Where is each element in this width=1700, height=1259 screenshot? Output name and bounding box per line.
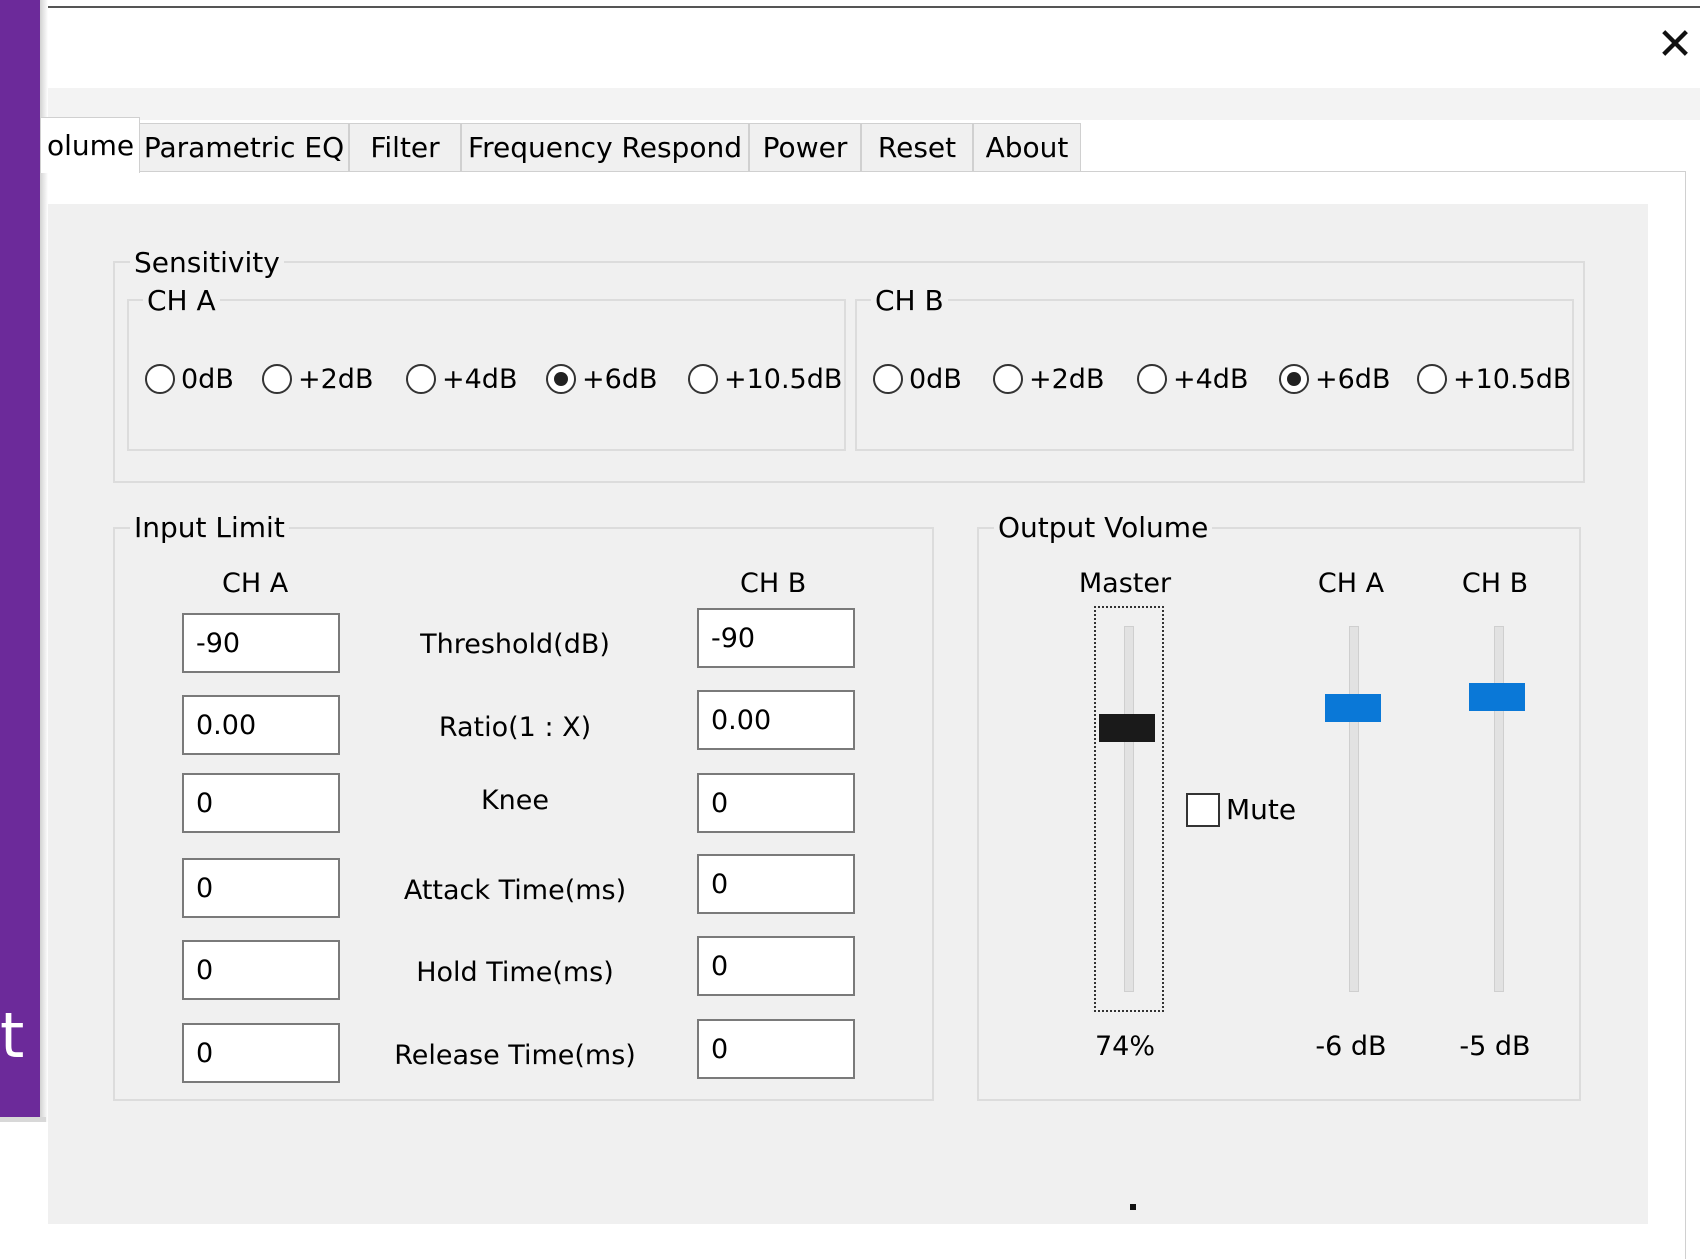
threshold-ch-b-input[interactable] (697, 608, 855, 668)
hold-time-ch-b-input[interactable] (697, 936, 855, 996)
ch-a-volume-label: CH A (1317, 568, 1385, 599)
master-slider-track[interactable] (1124, 626, 1134, 992)
radio-ch-a-2db[interactable]: +2dB (262, 359, 373, 399)
master-label: Master (1078, 568, 1172, 599)
background-window-text: t (0, 999, 25, 1072)
tab-about[interactable]: About (973, 123, 1081, 171)
sensitivity-title: Sensitivity (130, 247, 284, 279)
ch-b-volume-value: -5 dB (1459, 1031, 1531, 1062)
stray-dot (1130, 1204, 1136, 1210)
ratio-ch-a-input[interactable] (182, 695, 340, 755)
radio-circle (406, 364, 436, 394)
radio-label: +10.5dB (1453, 363, 1572, 395)
radio-label: 0dB (909, 363, 962, 395)
ch-a-volume-slider-thumb[interactable] (1325, 694, 1381, 722)
radio-label: +4dB (442, 363, 518, 395)
window-top-border (48, 6, 1700, 8)
tab-reset[interactable]: Reset (861, 123, 973, 171)
tab-filter[interactable]: Filter (349, 123, 461, 171)
ch-b-volume-slider-track[interactable] (1494, 626, 1504, 992)
knee-label: Knee (480, 785, 550, 816)
radio-ch-b-2db[interactable]: +2dB (993, 359, 1104, 399)
knee-ch-b-input[interactable] (697, 773, 855, 833)
radio-label: +10.5dB (724, 363, 843, 395)
radio-label: +4dB (1173, 363, 1249, 395)
hold-time-ch-a-input[interactable] (182, 940, 340, 1000)
ch-b-volume-slider-thumb[interactable] (1469, 683, 1525, 711)
radio-circle (993, 364, 1023, 394)
radio-ch-a-6db[interactable]: +6dB (546, 359, 657, 399)
release-time-ch-b-input[interactable] (697, 1019, 855, 1079)
hold-time-label: Hold Time(ms) (416, 957, 614, 988)
ch-a-volume-slider-track[interactable] (1349, 626, 1359, 992)
mute-checkbox[interactable] (1186, 793, 1220, 827)
radio-ch-b-4db[interactable]: +4dB (1137, 359, 1248, 399)
radio-ch-b-0db[interactable]: 0dB (873, 359, 962, 399)
sensitivity-ch-b-title: CH B (871, 285, 948, 317)
radio-ch-b-10-5db[interactable]: +10.5dB (1417, 359, 1571, 399)
master-slider-thumb[interactable] (1099, 714, 1155, 742)
radio-label: +2dB (1029, 363, 1105, 395)
radio-circle (145, 364, 175, 394)
radio-ch-a-10-5db[interactable]: +10.5dB (688, 359, 842, 399)
tab-power[interactable]: Power (749, 123, 861, 171)
attack-time-label: Attack Time(ms) (403, 875, 627, 906)
output-volume-title: Output Volume (994, 512, 1213, 544)
radio-circle (546, 364, 576, 394)
radio-ch-b-6db[interactable]: +6dB (1279, 359, 1390, 399)
ratio-ch-b-input[interactable] (697, 690, 855, 750)
master-value: 74% (1094, 1031, 1155, 1062)
radio-circle (1279, 364, 1309, 394)
input-limit-ch-a-header: CH A (222, 568, 289, 599)
tab-parametric-eq[interactable]: Parametric EQ (139, 123, 349, 171)
input-limit-title: Input Limit (130, 512, 289, 544)
tab-frequency-respond[interactable]: Frequency Respond (461, 123, 749, 171)
radio-label: +2dB (298, 363, 374, 395)
sensitivity-ch-a-title: CH A (143, 285, 220, 317)
radio-circle (873, 364, 903, 394)
radio-circle (688, 364, 718, 394)
background-window: t (0, 0, 40, 1117)
threshold-label: Threshold(dB) (420, 629, 610, 660)
attack-time-ch-b-input[interactable] (697, 854, 855, 914)
radio-label: 0dB (181, 363, 234, 395)
threshold-ch-a-input[interactable] (182, 613, 340, 673)
background-window-edge (0, 1117, 46, 1122)
ch-a-volume-value: -6 dB (1315, 1031, 1387, 1062)
ratio-label: Ratio(1 : X) (438, 712, 592, 743)
radio-ch-a-0db[interactable]: 0dB (145, 359, 234, 399)
radio-circle (1417, 364, 1447, 394)
mute-label: Mute (1226, 793, 1297, 826)
input-limit-ch-b-header: CH B (740, 568, 807, 599)
attack-time-ch-a-input[interactable] (182, 858, 340, 918)
radio-circle (262, 364, 292, 394)
radio-label: +6dB (582, 363, 658, 395)
ch-b-volume-label: CH B (1461, 568, 1529, 599)
radio-circle (1137, 364, 1167, 394)
release-time-label: Release Time(ms) (394, 1040, 636, 1071)
tab-strip-background (48, 88, 1700, 120)
radio-ch-a-4db[interactable]: +4dB (406, 359, 517, 399)
tab-volume[interactable]: olume (40, 117, 140, 173)
radio-label: +6dB (1315, 363, 1391, 395)
release-time-ch-a-input[interactable] (182, 1023, 340, 1083)
knee-ch-a-input[interactable] (182, 773, 340, 833)
close-icon[interactable]: ✕ (1650, 20, 1700, 70)
